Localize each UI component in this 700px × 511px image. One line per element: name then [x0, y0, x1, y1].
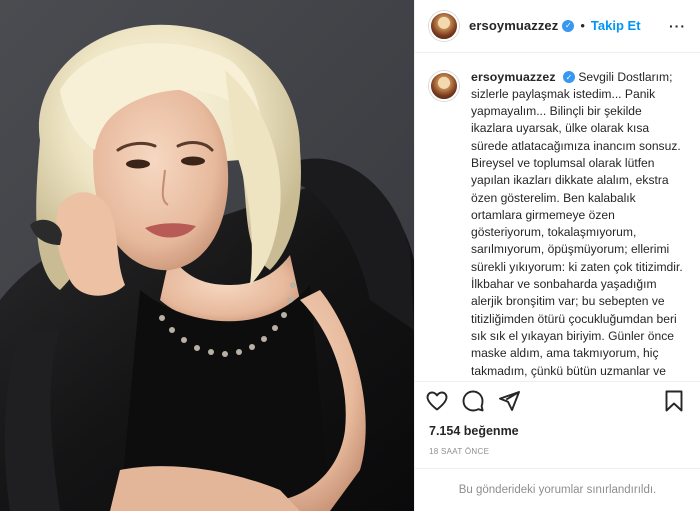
- comment-icon[interactable]: [461, 389, 485, 413]
- post-timestamp[interactable]: 18 SAAT ÖNCE: [415, 447, 700, 460]
- follow-button[interactable]: Takip Et: [591, 18, 641, 33]
- caption-section: ersoymuazzez ✓ Sevgili Dostlarım; sizler…: [415, 53, 700, 382]
- author-username[interactable]: ersoymuazzez: [469, 18, 558, 33]
- instagram-post: ersoymuazzez ✓ • Takip Et ··· ersoymuazz…: [0, 0, 700, 511]
- post-side-panel: ersoymuazzez ✓ • Takip Et ··· ersoymuazz…: [414, 0, 700, 511]
- share-icon[interactable]: [497, 389, 521, 413]
- caption-text: ersoymuazzez ✓ Sevgili Dostlarım; sizler…: [471, 69, 683, 382]
- bookmark-icon[interactable]: [662, 389, 686, 413]
- verified-badge-icon: ✓: [562, 71, 575, 84]
- caption-body: Sevgili Dostlarım; sizlerle paylaşmak is…: [471, 69, 683, 382]
- header-separator: •: [580, 18, 585, 34]
- post-photo[interactable]: [0, 0, 414, 511]
- portrait-image: [0, 24, 414, 511]
- caption-username[interactable]: ersoymuazzez: [471, 70, 556, 84]
- likes-count[interactable]: 7.154 beğenme: [415, 421, 700, 441]
- caption-row: ersoymuazzez ✓ Sevgili Dostlarım; sizler…: [429, 69, 686, 382]
- verified-badge-icon: ✓: [562, 19, 575, 32]
- comments-limited-notice: Bu gönderideki yorumlar sınırlandırıldı.: [415, 467, 700, 511]
- post-header: ersoymuazzez ✓ • Takip Et ···: [415, 0, 700, 53]
- more-options-icon[interactable]: ···: [669, 18, 686, 34]
- action-bar: [415, 381, 700, 421]
- caption-author-avatar[interactable]: [429, 70, 459, 101]
- heart-icon[interactable]: [425, 389, 449, 413]
- author-avatar[interactable]: [429, 10, 459, 41]
